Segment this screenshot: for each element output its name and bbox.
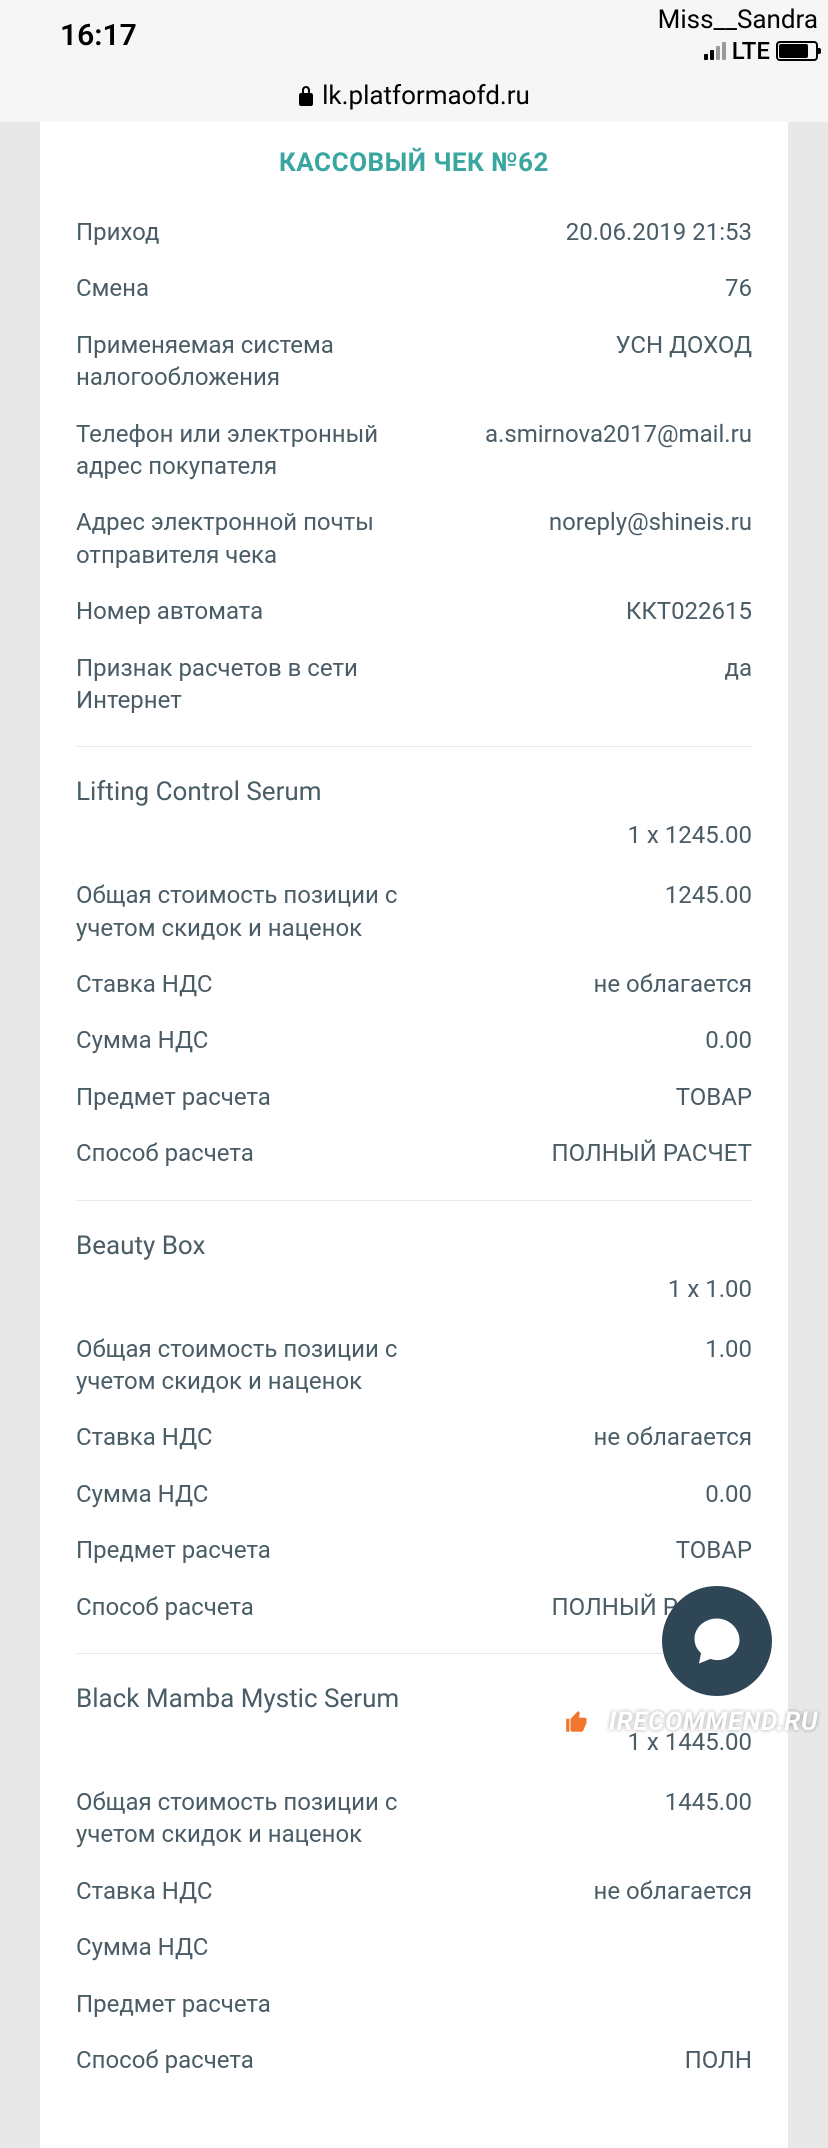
- item-row: Сумма НДС: [76, 1919, 752, 1975]
- row-label: Признак расчетов в сети Интернет: [76, 652, 441, 717]
- row-label: Телефон или электронный адрес покупателя: [76, 418, 441, 483]
- row-value: да: [461, 652, 752, 684]
- header-row: Телефон или электронный адрес покупателя…: [76, 406, 752, 495]
- receipt-card: КАССОВЫЙ ЧЕК №62 Приход 20.06.2019 21:53 С…: [40, 122, 788, 2148]
- row-label: Сумма НДС: [76, 1024, 441, 1056]
- status-bar: 16:17 Miss__Sandra LTE: [0, 0, 828, 70]
- header-row: Признак расчетов в сети Интернет да: [76, 640, 752, 729]
- item-row: Предмет расчета: [76, 1976, 752, 2032]
- row-value: 1445.00: [461, 1786, 752, 1818]
- row-value: ПОЛНЫЙ РАСЧЕТ: [461, 1137, 752, 1169]
- divider: [76, 1200, 752, 1201]
- row-value: a.smirnova2017@mail.ru: [461, 418, 752, 450]
- row-label: Предмет расчета: [76, 1988, 441, 2020]
- row-label: Приход: [76, 216, 441, 248]
- item-row: Общая стоимость позиции с учетом скидок …: [76, 867, 752, 956]
- battery-icon: [776, 41, 818, 61]
- row-value: ТОВАР: [461, 1534, 752, 1566]
- row-value: 20.06.2019 21:53: [461, 216, 752, 248]
- divider: [76, 1653, 752, 1654]
- row-value: 1.00: [461, 1333, 752, 1365]
- item-row: Способ расчета ПОЛНЫЙ РАСЧЕТ: [76, 1125, 752, 1181]
- item-row: Ставка НДС не облагается: [76, 1409, 752, 1465]
- row-label: Предмет расчета: [76, 1534, 441, 1566]
- receipt-title: КАССОВЫЙ ЧЕК №62: [76, 142, 752, 204]
- row-value: не облагается: [461, 968, 752, 1000]
- status-right: Miss__Sandra LTE: [658, 5, 818, 65]
- row-label: Номер автомата: [76, 595, 441, 627]
- lock-icon: [298, 86, 314, 106]
- row-label: Ставка НДС: [76, 1421, 441, 1453]
- row-label: Способ расчета: [76, 1591, 441, 1623]
- row-label: Адрес электронной почты отправителя чека: [76, 506, 441, 571]
- watermark: IRECOMMEND.RU: [555, 1700, 818, 1744]
- header-row: Применяемая система налогообложения УСН Д…: [76, 317, 752, 406]
- signal-icon: [704, 42, 726, 60]
- status-username: Miss__Sandra: [658, 5, 818, 35]
- item-name: Beauty Box: [76, 1223, 752, 1275]
- thumbs-up-icon: [555, 1700, 599, 1744]
- item-row: Способ расчета ПОЛН: [76, 2032, 752, 2088]
- row-value: 0.00: [461, 1478, 752, 1510]
- row-value: ККТ022615: [461, 595, 752, 627]
- row-value: noreply@shineis.ru: [461, 506, 752, 538]
- row-value: УСН ДОХОД: [461, 329, 752, 361]
- item-name: Lifting Control Serum: [76, 769, 752, 821]
- row-value: 0.00: [461, 1024, 752, 1056]
- watermark-text: IRECOMMEND.RU: [609, 1707, 818, 1737]
- row-value: не облагается: [461, 1875, 752, 1907]
- row-label: Применяемая система налогообложения: [76, 329, 441, 394]
- item-row: Ставка НДС не облагается: [76, 956, 752, 1012]
- divider: [76, 746, 752, 747]
- item-row: Сумма НДС 0.00: [76, 1012, 752, 1068]
- url-text: lk.platformaofd.ru: [322, 81, 530, 111]
- item-row: Общая стоимость позиции с учетом скидок …: [76, 1774, 752, 1863]
- row-label: Общая стоимость позиции с учетом скидок …: [76, 1333, 441, 1398]
- row-label: Общая стоимость позиции с учетом скидок …: [76, 879, 441, 944]
- item-row: Ставка НДС не облагается: [76, 1863, 752, 1919]
- row-label: Ставка НДС: [76, 968, 441, 1000]
- item-row: Предмет расчета ТОВАР: [76, 1522, 752, 1578]
- item-row: Общая стоимость позиции с учетом скидок …: [76, 1321, 752, 1410]
- row-value: 76: [461, 272, 752, 304]
- row-label: Общая стоимость позиции с учетом скидок …: [76, 1786, 441, 1851]
- row-label: Смена: [76, 272, 441, 304]
- row-label: Предмет расчета: [76, 1081, 441, 1113]
- page-background: КАССОВЫЙ ЧЕК №62 Приход 20.06.2019 21:53 С…: [0, 122, 828, 2148]
- item-row: Предмет расчета ТОВАР: [76, 1069, 752, 1125]
- row-value: ТОВАР: [461, 1081, 752, 1113]
- header-row: Адрес электронной почты отправителя чека…: [76, 494, 752, 583]
- row-value: ПОЛН: [461, 2044, 752, 2076]
- chat-button[interactable]: [662, 1586, 772, 1696]
- row-label: Сумма НДС: [76, 1478, 441, 1510]
- header-row: Номер автомата ККТ022615: [76, 583, 752, 639]
- item-qty-price: 1 x 1245.00: [76, 821, 752, 867]
- row-label: Способ расчета: [76, 2044, 441, 2076]
- row-value: не облагается: [461, 1421, 752, 1453]
- chat-icon: [690, 1614, 744, 1668]
- row-label: Сумма НДС: [76, 1931, 441, 1963]
- item-qty-price: 1 x 1.00: [76, 1275, 752, 1321]
- row-label: Способ расчета: [76, 1137, 441, 1169]
- status-indicators: LTE: [704, 37, 818, 65]
- header-row: Смена 76: [76, 260, 752, 316]
- item-row: Способ расчетаПОЛНЫЙ РАСЧЕТ: [76, 1579, 752, 1635]
- status-time: 16:17: [60, 18, 137, 53]
- row-label: Ставка НДС: [76, 1875, 441, 1907]
- browser-url-bar[interactable]: lk.platformaofd.ru: [0, 70, 828, 122]
- row-value: 1245.00: [461, 879, 752, 911]
- network-label: LTE: [732, 37, 770, 65]
- item-row: Сумма НДС 0.00: [76, 1466, 752, 1522]
- header-row: Приход 20.06.2019 21:53: [76, 204, 752, 260]
